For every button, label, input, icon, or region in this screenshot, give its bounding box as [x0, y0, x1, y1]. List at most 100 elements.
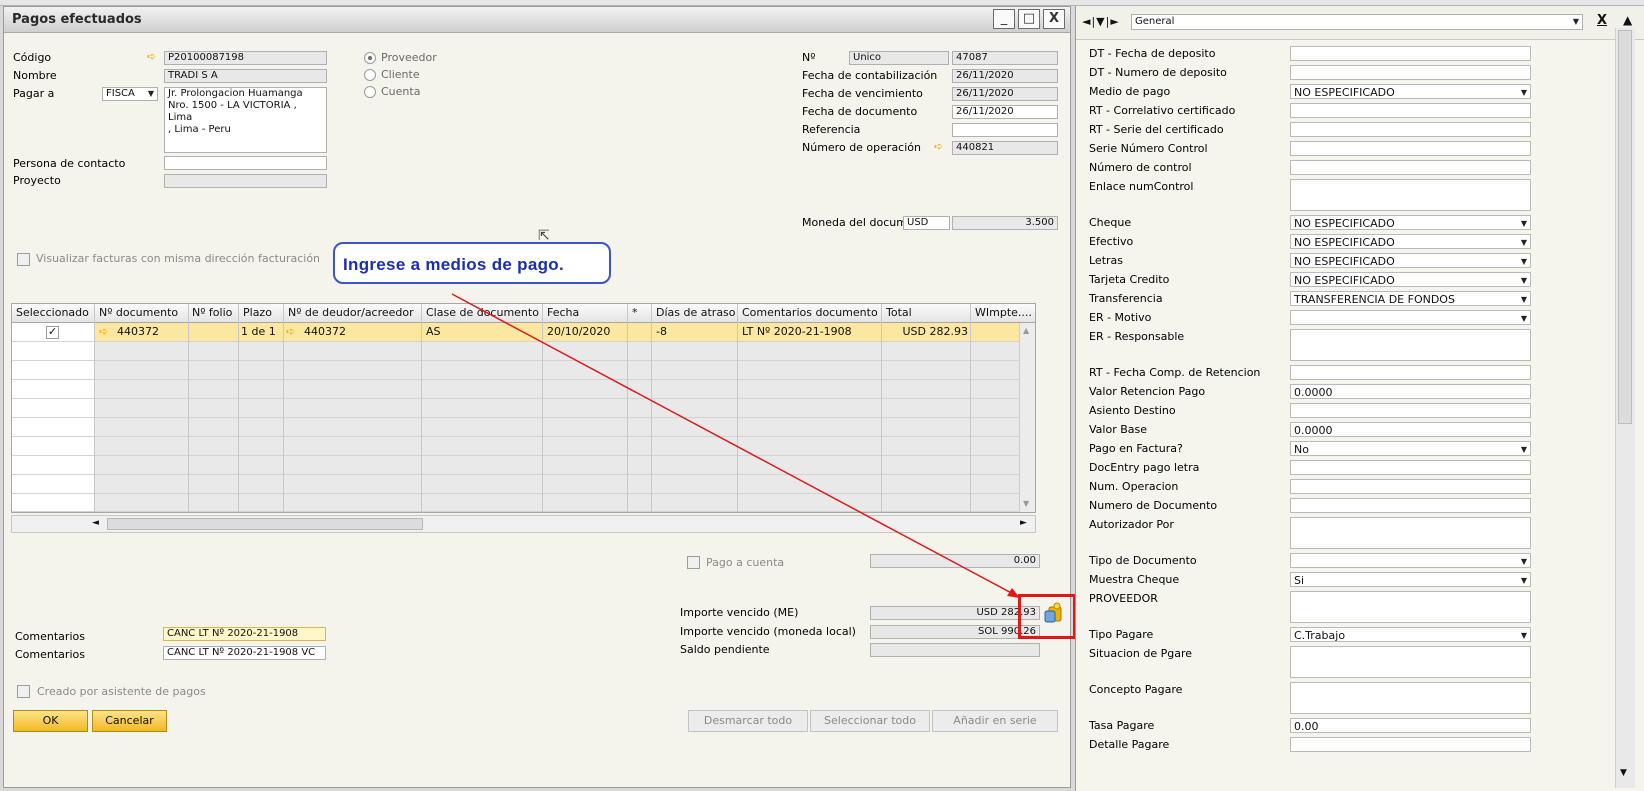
table-row[interactable] [12, 475, 1020, 494]
panel-field-input[interactable]: TRANSFERENCIA DE FONDOS ▼ [1290, 291, 1531, 306]
anadir-button[interactable]: Añadir en serie [932, 710, 1058, 732]
panel-field-input[interactable]: 0.0000 [1290, 422, 1531, 437]
moneda-field[interactable]: USD [903, 216, 950, 230]
panel-field-input[interactable] [1290, 65, 1531, 80]
panel-field-input[interactable] [1290, 646, 1531, 678]
table-row[interactable]: ✓ ➪ 440372 1 de 1 ➪ 440372 AS 20/10/2020… [12, 323, 1020, 342]
panel-field-input[interactable]: 0.0000 [1290, 384, 1531, 399]
col-seleccionado[interactable]: Seleccionado [16, 306, 89, 319]
fecha-cont-field[interactable]: 26/11/2020 [952, 69, 1058, 83]
panel-field-input[interactable]: NO ESPECIFICADO ▼ [1290, 272, 1531, 287]
panel-scroll-thumb[interactable] [1618, 30, 1632, 424]
panel-field-input[interactable] [1290, 460, 1531, 475]
visualizar-checkbox[interactable] [17, 253, 30, 266]
col-documento[interactable]: Nº documento [99, 306, 178, 319]
seleccionar-button[interactable]: Seleccionar todo [810, 710, 930, 732]
scroll-down-icon[interactable]: ▼ [1023, 499, 1029, 508]
contacto-field[interactable] [164, 156, 327, 170]
scroll-up-icon[interactable]: ▲ [1023, 326, 1029, 335]
scroll-right-icon[interactable]: ► [1020, 518, 1027, 528]
col-clase[interactable]: Clase de documento [426, 306, 539, 319]
panel-field-input[interactable] [1290, 122, 1531, 137]
pagar-select[interactable]: FISCA ▼ [102, 87, 158, 101]
grid-vertical-scrollbar[interactable]: ▲ ▼ [1019, 323, 1035, 512]
panel-field-input[interactable]: ▼ [1290, 553, 1531, 568]
col-plazo[interactable]: Plazo [243, 306, 272, 319]
panel-field-input[interactable] [1290, 160, 1531, 175]
table-row[interactable] [12, 380, 1020, 399]
panel-field-input[interactable]: C.Trabajo ▼ [1290, 627, 1531, 642]
cancel-button[interactable]: Cancelar [92, 710, 167, 732]
link-arrow-icon[interactable]: ➪ [99, 325, 108, 338]
radio-cliente[interactable] [364, 69, 376, 81]
minimize-button[interactable]: _ [993, 9, 1015, 29]
table-row[interactable] [12, 342, 1020, 361]
panel-scrollbar[interactable]: ▼ [1615, 28, 1635, 788]
link-arrow-icon[interactable]: ➪ [286, 325, 295, 338]
codigo-field[interactable]: P20100087198 [164, 51, 327, 65]
col-dias[interactable]: Días de atraso [656, 306, 736, 319]
panel-field-input[interactable]: NO ESPECIFICADO ▼ [1290, 253, 1531, 268]
table-row[interactable] [12, 418, 1020, 437]
pago-cuenta-field[interactable]: 0.00 [870, 554, 1040, 568]
panel-scroll-up-icon[interactable]: ▲ [1623, 13, 1632, 27]
num-op-field[interactable]: 440821 [952, 141, 1058, 155]
table-row[interactable] [12, 399, 1020, 418]
col-wimpte[interactable]: WImpte.... [975, 306, 1032, 319]
panel-close-button[interactable]: X [1597, 13, 1607, 28]
panel-field-input[interactable] [1290, 682, 1531, 714]
row-checkbox[interactable]: ✓ [46, 326, 59, 339]
panel-field-input[interactable] [1290, 103, 1531, 118]
panel-field-input[interactable] [1290, 46, 1531, 61]
table-row[interactable] [12, 437, 1020, 456]
radio-proveedor[interactable] [364, 52, 376, 64]
asistente-checkbox[interactable] [17, 685, 30, 698]
tipo-cambio-field[interactable]: 3.500 [952, 216, 1058, 230]
radio-cuenta[interactable] [364, 86, 376, 98]
col-star[interactable]: * [632, 306, 638, 319]
panel-field-input[interactable]: Si ▼ [1290, 572, 1531, 587]
panel-field-input[interactable] [1290, 591, 1531, 623]
panel-field-input[interactable]: NO ESPECIFICADO ▼ [1290, 84, 1531, 99]
maximize-button[interactable]: □ [1018, 9, 1040, 29]
panel-field-input[interactable] [1290, 498, 1531, 513]
pago-cuenta-checkbox[interactable] [687, 556, 700, 569]
referencia-field[interactable] [952, 123, 1058, 137]
series-field[interactable]: Unico [849, 51, 949, 65]
address-box[interactable]: Jr. Prolongacion Huamanga Nro. 1500 - LA… [164, 87, 327, 153]
table-row[interactable] [12, 456, 1020, 475]
col-fecha[interactable]: Fecha [547, 306, 579, 319]
link-arrow-icon[interactable]: ➪ [147, 50, 156, 63]
proyecto-field[interactable] [164, 174, 327, 188]
saldo-field[interactable] [870, 643, 1040, 657]
grid-horizontal-scrollbar[interactable]: ◄ ► [11, 515, 1036, 533]
panel-field-input[interactable]: No ▼ [1290, 441, 1531, 456]
panel-field-input[interactable] [1290, 179, 1531, 211]
category-select[interactable]: General ▼ [1131, 14, 1583, 30]
doc-number-field[interactable]: 47087 [952, 51, 1058, 65]
panel-field-input[interactable] [1290, 403, 1531, 418]
panel-field-input[interactable] [1290, 329, 1531, 361]
panel-field-input[interactable]: NO ESPECIFICADO ▼ [1290, 215, 1531, 230]
fecha-venc-field[interactable]: 26/11/2020 [952, 87, 1058, 101]
table-row[interactable] [12, 494, 1020, 512]
panel-scroll-down-icon[interactable]: ▼ [1620, 768, 1627, 778]
panel-field-input[interactable]: NO ESPECIFICADO ▼ [1290, 234, 1531, 249]
desmarcar-button[interactable]: Desmarcar todo [688, 710, 808, 732]
panel-field-input[interactable]: ▼ [1290, 310, 1531, 325]
importe-me-field[interactable]: USD 282.93 [870, 606, 1040, 620]
col-total[interactable]: Total [886, 306, 912, 319]
panel-field-input[interactable] [1290, 479, 1531, 494]
comentarios2-field[interactable]: CANC LT Nº 2020-21-1908 VC [163, 646, 326, 660]
panel-field-input[interactable] [1290, 365, 1531, 380]
col-comentarios[interactable]: Comentarios documento [742, 306, 878, 319]
comentarios-field[interactable]: CANC LT Nº 2020-21-1908 [163, 627, 326, 641]
panel-field-input[interactable] [1290, 141, 1531, 156]
panel-field-input[interactable]: 0.00 [1290, 718, 1531, 733]
close-button[interactable]: X [1043, 9, 1065, 29]
col-deudor[interactable]: Nº de deudor/acreedor [288, 306, 414, 319]
link-arrow-icon[interactable]: ➪ [934, 140, 943, 153]
scroll-left-icon[interactable]: ◄ [92, 518, 99, 528]
ok-button[interactable]: OK [13, 710, 88, 732]
panel-field-input[interactable] [1290, 517, 1531, 549]
